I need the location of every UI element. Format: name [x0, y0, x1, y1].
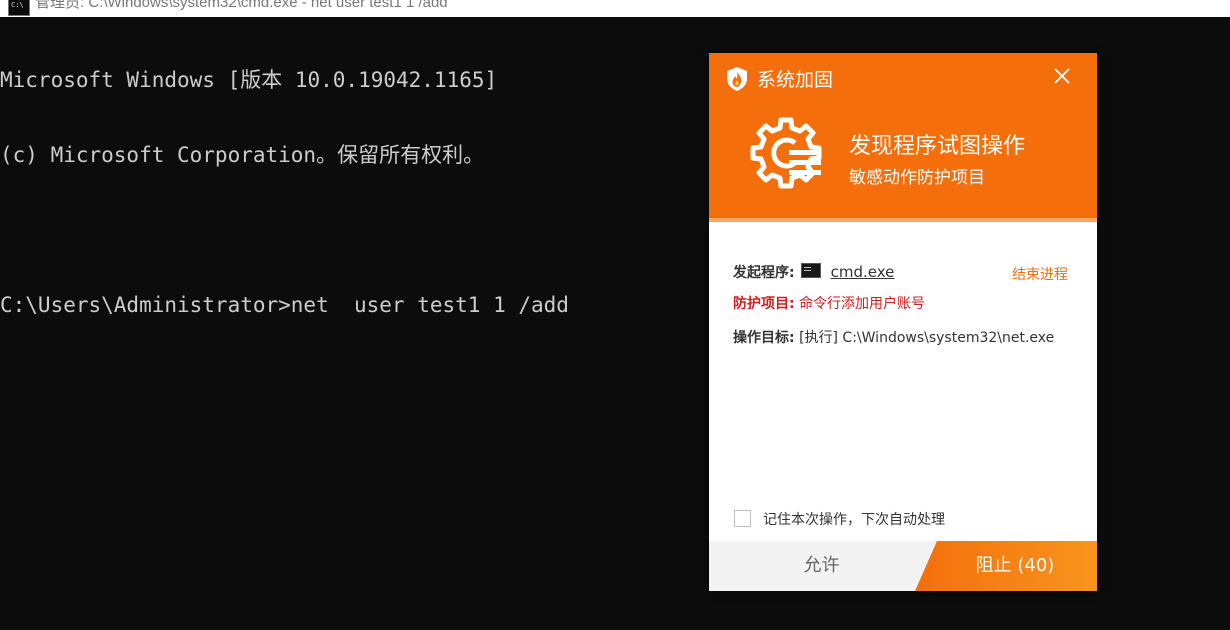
allow-button[interactable]: 允许	[709, 541, 934, 591]
close-icon[interactable]	[1049, 63, 1075, 89]
console-output[interactable]: Microsoft Windows [版本 10.0.19042.1165] (…	[0, 18, 700, 343]
console-line: C:\Users\Administrator>net user test1 1 …	[0, 293, 569, 317]
protect-label: 防护项目:	[733, 296, 795, 312]
dialog-header: 系统加固 发现程序试图操作 敏感动作防护项目	[709, 53, 1097, 222]
target-label: 操作目标:	[733, 330, 795, 346]
console-line: Microsoft Windows [版本 10.0.19042.1165]	[0, 68, 498, 92]
remember-label: 记住本次操作，下次自动处理	[763, 512, 945, 528]
window-title: 管理员: C:\Windows\system32\cmd.exe - net u…	[35, 0, 448, 11]
shield-gear-icon	[750, 117, 822, 189]
cmd-app-icon	[8, 0, 30, 16]
alert-subtitle: 敏感动作防护项目	[849, 168, 985, 188]
remember-option[interactable]: 记住本次操作，下次自动处理	[734, 509, 945, 529]
console-line: (c) Microsoft Corporation。保留所有权利。	[0, 143, 485, 167]
block-button[interactable]: 阻止 (40)	[915, 541, 1097, 591]
program-label: 发起程序:	[733, 265, 795, 281]
target-row: 操作目标: [执行] C:\Windows\system32\net.exe	[733, 327, 1054, 347]
action-bar: 允许 阻止 (40)	[709, 541, 1097, 591]
program-row: 发起程序: cmd.exe	[733, 262, 894, 282]
target-value: [执行] C:\Windows\system32\net.exe	[799, 330, 1055, 346]
header-divider	[709, 218, 1097, 222]
remember-checkbox[interactable]	[734, 509, 751, 527]
protect-value: 命令行添加用户账号	[799, 296, 926, 312]
program-link[interactable]: cmd.exe	[831, 263, 895, 281]
shield-flame-icon	[727, 67, 747, 91]
alert-title: 发现程序试图操作	[849, 134, 1026, 159]
security-alert-dialog: 系统加固 发现程序试图操作 敏感动作防护项目 发起程序: cmd.exe 结束进程…	[709, 53, 1097, 591]
terminal-icon	[800, 262, 821, 278]
protect-row: 防护项目: 命令行添加用户账号	[733, 293, 925, 313]
block-button-label: 阻止 (40)	[975, 555, 1055, 576]
end-process-link[interactable]: 结束进程	[1012, 264, 1068, 284]
console-title-bar[interactable]: 管理员: C:\Windows\system32\cmd.exe - net u…	[0, 0, 1230, 17]
app-name: 系统加固	[757, 69, 834, 91]
